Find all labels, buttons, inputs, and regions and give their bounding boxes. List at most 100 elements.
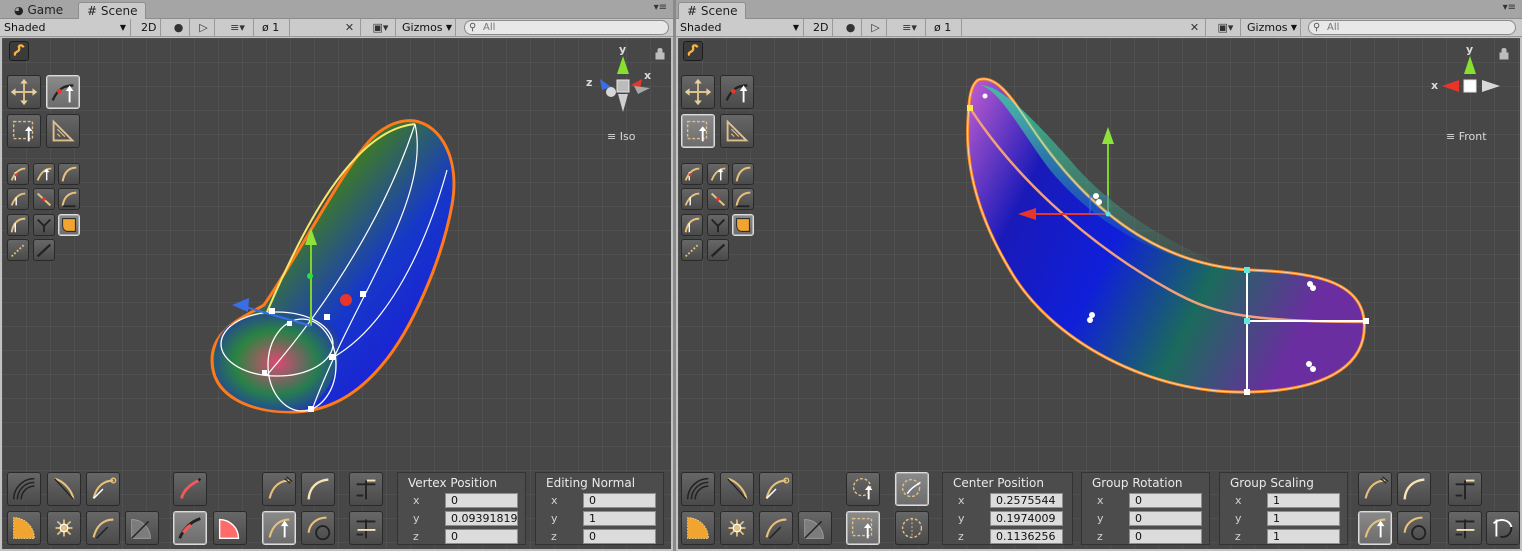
front-point[interactable] — [1096, 199, 1102, 205]
left-scene-viewport[interactable]: y x z ≡ Iso Vertex Position x0 y 0.093918… — [2, 38, 671, 549]
curve-tool-button[interactable] — [58, 188, 80, 210]
iso-vertex-handle[interactable] — [360, 291, 366, 297]
shading-mode-dropdown[interactable]: Shaded ▼ — [0, 19, 131, 36]
normal-z-field[interactable]: 0 — [583, 529, 656, 544]
ring-tool-button[interactable] — [1397, 511, 1431, 545]
vertex-x-field[interactable]: 0 — [445, 493, 518, 508]
mode-2d-toggle[interactable]: 2D — [137, 19, 161, 36]
curve-tool-button[interactable] — [7, 163, 29, 185]
curve-normal-tool-button[interactable] — [720, 75, 754, 109]
rotation-y-field[interactable]: 0 — [1129, 511, 1202, 526]
gizmo-y-cone[interactable] — [617, 56, 629, 74]
pie-tool-button[interactable] — [798, 511, 832, 545]
iso-axis-x-handle[interactable] — [340, 294, 352, 306]
bulb-icon[interactable]: ● — [168, 19, 190, 36]
front-vertex-handle[interactable] — [1244, 389, 1250, 395]
iso-axis-z-arrow[interactable] — [232, 298, 249, 312]
ring-tool-button[interactable] — [301, 511, 335, 545]
split-tool-button[interactable] — [349, 472, 383, 506]
curve-tool-button[interactable] — [732, 163, 754, 185]
pie-tool-button[interactable] — [125, 511, 159, 545]
front-vertex-handle[interactable] — [1244, 318, 1250, 324]
normal-up-tool-button[interactable] — [262, 511, 296, 545]
curve-tool-button[interactable] — [681, 214, 703, 236]
bulb-icon[interactable]: ● — [840, 19, 862, 36]
normal-arrow-tool-button[interactable] — [1358, 472, 1392, 506]
camera-icon[interactable]: ▣▾ — [1211, 19, 1241, 36]
hidden-objects-toggle[interactable]: ø 1 — [930, 19, 962, 36]
crossed-tools-icon[interactable]: ✕ — [339, 19, 361, 36]
curve-tool-button[interactable] — [33, 188, 55, 210]
curve-tool-button[interactable] — [707, 163, 729, 185]
gizmo-y-cone[interactable] — [1464, 56, 1476, 74]
scaling-y-field[interactable]: 1 — [1267, 511, 1340, 526]
curve-tool-button[interactable] — [707, 214, 729, 236]
normal-arrow-tool-button[interactable] — [262, 472, 296, 506]
curve-tool-button[interactable] — [732, 188, 754, 210]
front-point[interactable] — [1310, 285, 1316, 291]
dotted-curve-tool-button[interactable] — [681, 239, 703, 261]
scaling-z-field[interactable]: 1 — [1267, 529, 1340, 544]
curve-tool-button[interactable] — [707, 188, 729, 210]
lock-icon[interactable] — [655, 48, 665, 60]
front-vertex-handle[interactable] — [1363, 318, 1369, 324]
front-pivot-dot[interactable] — [1105, 211, 1111, 217]
search-input[interactable]: ⚲ All — [464, 20, 669, 35]
red-curve-normal-tool-button[interactable] — [173, 511, 207, 545]
tab-menu-icon[interactable]: ▾≡ — [654, 2, 667, 13]
split-line-tool-button[interactable] — [349, 511, 383, 545]
front-point[interactable] — [1093, 193, 1099, 199]
curve-arrow-tool-button[interactable] — [759, 472, 793, 506]
curve-cap-tool-button[interactable] — [1397, 472, 1431, 506]
projection-label[interactable]: ≡ Front — [1446, 130, 1487, 143]
curve-logo-icon[interactable] — [683, 41, 703, 61]
move-tool-button[interactable] — [7, 75, 41, 109]
move-tool-button[interactable] — [681, 75, 715, 109]
rotate-tool-button[interactable] — [1486, 511, 1520, 545]
curve-cap-tool-button[interactable] — [301, 472, 335, 506]
rect-select-tool-button[interactable] — [7, 114, 41, 148]
lasso-select-button[interactable] — [846, 472, 880, 506]
curve-tool-button[interactable] — [7, 188, 29, 210]
radial-fill-tool-button[interactable] — [7, 511, 41, 545]
center-y-field[interactable]: 0.1974009 — [990, 511, 1063, 526]
curve-point-tool-button[interactable] — [759, 511, 793, 545]
front-vertex-handle[interactable] — [1244, 267, 1250, 273]
center-z-field[interactable]: 0.1136256 — [990, 529, 1063, 544]
stack-icon[interactable]: ≡▾ — [222, 19, 254, 36]
tab-scene[interactable]: # Scene — [678, 2, 747, 19]
scaling-x-field[interactable]: 1 — [1267, 493, 1340, 508]
curve-tool-button[interactable] — [681, 188, 703, 210]
curve-tool-button[interactable] — [681, 163, 703, 185]
line-tool-button[interactable] — [33, 239, 55, 261]
triangle-tool-button[interactable] — [46, 114, 80, 148]
curve-point-tool-button[interactable] — [86, 511, 120, 545]
line-tool-button[interactable] — [707, 239, 729, 261]
iso-vertex-handle[interactable] — [324, 314, 330, 320]
rotation-x-field[interactable]: 0 — [1129, 493, 1202, 508]
vertex-y-field[interactable]: 0.09391819 — [445, 511, 518, 526]
tab-game[interactable]: ◕ Game — [6, 2, 71, 19]
curve-normal-tool-button[interactable] — [46, 75, 80, 109]
curve-logo-icon[interactable] — [9, 41, 29, 61]
front-vertex-handle[interactable] — [967, 105, 973, 111]
iso-vertex-handle[interactable] — [262, 370, 267, 375]
red-curve-tool-button[interactable] — [173, 472, 207, 506]
speaker-icon[interactable]: ▷ — [193, 19, 215, 36]
circle-rotate-button[interactable] — [895, 511, 929, 545]
gizmo-x-cone[interactable] — [1442, 80, 1459, 92]
hidden-objects-toggle[interactable]: ø 1 — [258, 19, 290, 36]
iso-vertex-handle[interactable] — [329, 354, 335, 360]
tab-menu-icon[interactable]: ▾≡ — [1503, 2, 1516, 13]
front-point[interactable] — [1310, 366, 1316, 372]
red-pie-tool-button[interactable] — [213, 511, 247, 545]
iso-vertex-handle[interactable] — [308, 406, 314, 412]
lock-icon[interactable] — [1499, 48, 1509, 60]
arc-tool-button[interactable] — [7, 472, 41, 506]
front-point[interactable] — [1306, 361, 1312, 367]
iso-pivot-dot[interactable] — [307, 273, 313, 279]
curve-arrow-tool-button[interactable] — [86, 472, 120, 506]
arc-tool-button[interactable] — [681, 472, 715, 506]
split-line-tool-button[interactable] — [1448, 511, 1482, 545]
triangle-tool-button[interactable] — [720, 114, 754, 148]
